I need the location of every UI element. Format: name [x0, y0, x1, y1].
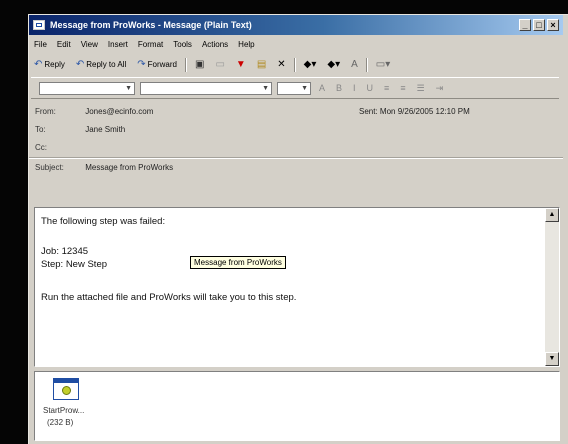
font-color-icon[interactable]: A	[316, 83, 328, 93]
bullets-icon[interactable]: ☰	[414, 83, 428, 94]
italic-icon[interactable]: I	[350, 83, 359, 93]
underline-icon[interactable]: U	[364, 83, 377, 93]
toolbar-separator	[185, 57, 187, 72]
scroll-down-arrow-icon[interactable]: ▼	[545, 352, 559, 366]
forward-button[interactable]: ↷ Forward	[134, 58, 180, 71]
from-row: From: Jones@ecinfo.com	[35, 107, 153, 116]
dropdown-arrow-icon: ▼	[125, 84, 132, 92]
menu-tools[interactable]: Tools	[168, 40, 197, 49]
subject-row: Subject: Message from ProWorks	[35, 163, 173, 172]
delete-icon: ✕	[277, 59, 286, 70]
font-combo[interactable]: ▼	[140, 81, 272, 95]
menu-actions[interactable]: Actions	[197, 40, 233, 49]
body-line-job: Job: 12345	[41, 246, 89, 257]
body-line-step: Step: New Step	[41, 259, 108, 270]
align-left-icon[interactable]: ≡	[381, 83, 392, 93]
menu-file[interactable]: File	[29, 40, 52, 49]
toolbar-separator	[293, 57, 296, 72]
flag-button[interactable]: ▼	[233, 58, 249, 71]
menu-view[interactable]: View	[76, 40, 103, 49]
body-line-failed: The following step was failed:	[41, 216, 166, 227]
printer-icon: ▣	[195, 59, 205, 70]
reply-all-label: Reply to All	[86, 60, 127, 69]
message-body[interactable]: The following step was failed: Job: 1234…	[34, 207, 560, 367]
menu-insert[interactable]: Insert	[103, 40, 133, 49]
forward-icon: ↷	[137, 59, 146, 70]
reply-icon: ↶	[34, 59, 43, 70]
reply-label: Reply	[44, 60, 65, 69]
flag-icon: ▼	[235, 59, 246, 70]
tooltip: Message from ProWorks	[190, 256, 286, 269]
attachment-size: (232 B)	[47, 418, 74, 427]
sent-row: Sent: Mon 9/26/2005 12:10 PM	[359, 107, 470, 116]
options-button[interactable]: ▭▾	[373, 58, 393, 71]
formatting-toolbar: ▼ ▼ ▼ A B I U ≡ ≡ ☰ ⇥	[31, 77, 559, 99]
address-book-icon: A	[351, 59, 358, 70]
reply-button[interactable]: ↶ Reply	[31, 58, 68, 71]
up-arrow-icon: ◆▾	[303, 59, 317, 70]
close-button[interactable]: ×	[547, 19, 559, 31]
attachment-name[interactable]: StartProw...	[43, 406, 84, 415]
dropdown-arrow-icon: ▼	[262, 84, 269, 92]
forward-label: Forward	[147, 60, 177, 69]
to-label: To:	[35, 125, 46, 134]
address-book-button[interactable]: A	[348, 58, 361, 71]
menu-bar: File Edit View Insert Format Tools Actio…	[29, 36, 563, 52]
save-button[interactable]: ▭	[212, 58, 227, 71]
attachment-file-icon[interactable]	[53, 378, 79, 400]
minimize-button[interactable]: _	[519, 19, 531, 31]
sent-value: Mon 9/26/2005 12:10 PM	[379, 107, 470, 116]
previous-item-button[interactable]: ◆▾	[301, 58, 320, 71]
sent-label: Sent:	[359, 107, 378, 116]
maximize-button[interactable]: □	[533, 19, 545, 31]
style-combo[interactable]: ▼	[39, 81, 135, 95]
menu-help[interactable]: Help	[233, 40, 259, 49]
from-value[interactable]: Jones@ecinfo.com	[85, 107, 153, 116]
header-divider	[29, 157, 563, 159]
subject-label: Subject:	[35, 163, 64, 172]
reply-all-button[interactable]: ↶ Reply to All	[73, 58, 129, 71]
window-title: Message from ProWorks - Message (Plain T…	[50, 20, 252, 30]
dropdown-arrow-icon: ▼	[301, 84, 308, 92]
menu-edit[interactable]: Edit	[52, 40, 76, 49]
move-button[interactable]: ▤	[254, 58, 269, 71]
print-button[interactable]: ▣	[192, 58, 207, 71]
subject-value: Message from ProWorks	[85, 163, 174, 172]
cc-label: Cc:	[35, 143, 47, 152]
indent-icon[interactable]: ⇥	[433, 83, 447, 94]
message-window: Message from ProWorks - Message (Plain T…	[28, 14, 568, 444]
delete-button[interactable]: ✕	[274, 58, 288, 71]
center-icon[interactable]: ≡	[397, 83, 408, 93]
vertical-scrollbar[interactable]: ▲ ▼	[545, 208, 559, 366]
title-bar[interactable]: Message from ProWorks - Message (Plain T…	[29, 15, 563, 35]
reply-all-icon: ↶	[75, 59, 85, 70]
bold-icon[interactable]: B	[333, 83, 345, 93]
disk-icon: ▭	[215, 59, 225, 70]
scroll-up-arrow-icon[interactable]: ▲	[545, 208, 559, 222]
standard-toolbar: ↶ Reply ↶ Reply to All ↷ Forward ▣ ▭ ▼ ▤…	[31, 54, 559, 75]
from-label: From:	[35, 107, 56, 116]
down-arrow-icon: ◆▾	[327, 59, 341, 70]
attachment-pane: StartProw... (232 B)	[34, 371, 560, 441]
font-size-combo[interactable]: ▼	[277, 81, 311, 95]
toolbar-separator	[365, 57, 368, 72]
envelope-icon	[33, 20, 45, 30]
cc-row: Cc:	[35, 143, 83, 152]
message-header: From: Jones@ecinfo.com Sent: Mon 9/26/20…	[29, 99, 563, 207]
body-line-instruction: Run the attached file and ProWorks will …	[41, 292, 297, 303]
options-icon: ▭▾	[375, 59, 391, 70]
next-item-button[interactable]: ◆▾	[324, 58, 343, 71]
folder-icon: ▤	[256, 59, 267, 70]
to-row: To: Jane Smith	[35, 125, 125, 134]
to-value[interactable]: Jane Smith	[85, 125, 125, 134]
menu-format[interactable]: Format	[133, 40, 168, 49]
